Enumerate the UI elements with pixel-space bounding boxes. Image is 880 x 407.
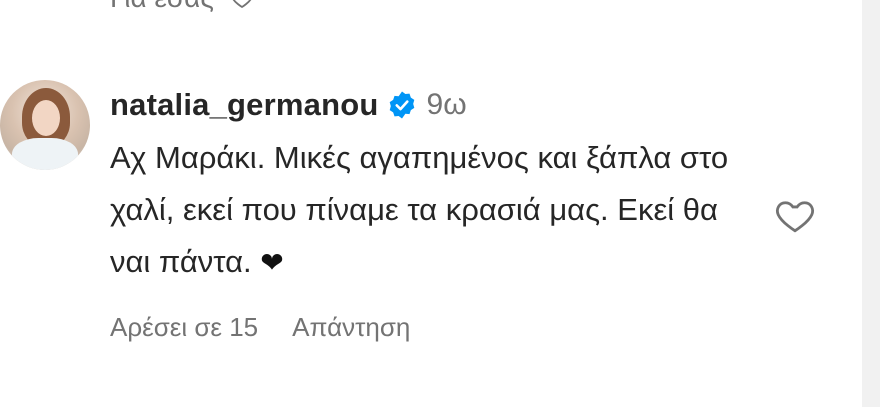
avatar[interactable]: [0, 80, 90, 170]
comment-text: Αχ Μαράκι. Μικές αγαπημένος και ξάπλα στ…: [110, 140, 729, 279]
scrollbar-track[interactable]: [862, 0, 880, 407]
avatar-face: [32, 100, 60, 136]
likes-count-link[interactable]: Αρέσει σε 15: [110, 312, 258, 343]
verified-badge-icon: [389, 91, 414, 119]
black-heart-emoji: ❤: [260, 247, 284, 278]
avatar-body: [12, 138, 78, 170]
reply-button[interactable]: Απάντηση: [292, 312, 410, 343]
previous-comment-text: Για εσάς: [110, 0, 214, 14]
like-heart-icon[interactable]: [774, 194, 816, 236]
comment-body: Αχ Μαράκι. Μικές αγαπημένος και ξάπλα στ…: [110, 132, 760, 289]
comment-timestamp: 9ω: [426, 88, 467, 121]
comment-actions: Αρέσει σε 15 Απάντηση: [110, 312, 410, 343]
comment: natalia_germanou 9ω Αχ Μαράκι. Μικές αγα…: [110, 82, 760, 289]
username-link[interactable]: natalia_germanou: [110, 87, 379, 123]
heart-outline-icon[interactable]: [230, 0, 254, 10]
comment-header: natalia_germanou 9ω: [110, 82, 760, 128]
previous-comment-fragment: Για εσάς: [110, 0, 254, 18]
